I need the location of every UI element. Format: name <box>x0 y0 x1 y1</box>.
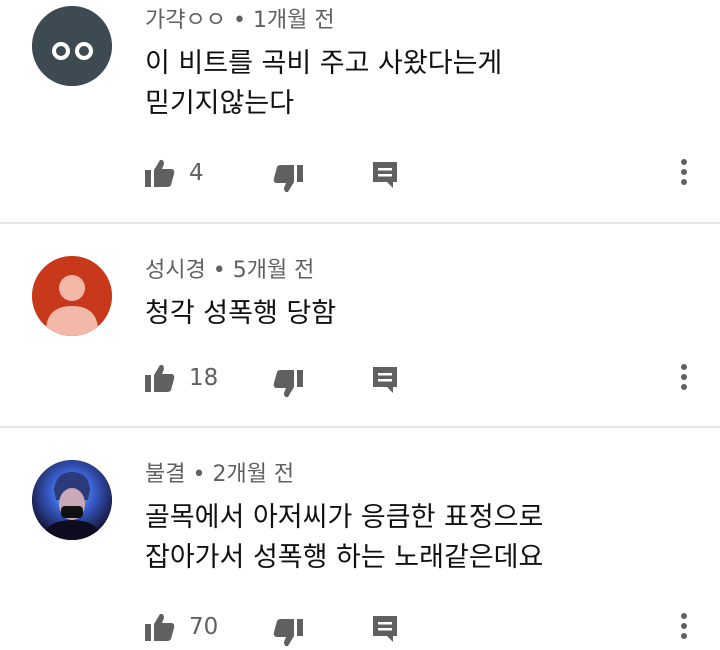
comment-time[interactable]: 2개월 전 <box>212 462 294 487</box>
more-vertical-icon[interactable] <box>676 156 692 188</box>
comment-text: 골목에서 아저씨가 응큼한 표정으로 잡아가서 성폭행 하는 노래같은데요 <box>145 498 685 578</box>
like-count: 18 <box>189 365 219 391</box>
avatar[interactable] <box>32 256 112 336</box>
thumbs-up-icon[interactable] <box>144 612 176 642</box>
meta-separator: • <box>185 462 213 487</box>
comment-time[interactable]: 1개월 전 <box>253 8 335 33</box>
thumbs-down-icon[interactable] <box>272 369 304 399</box>
thumbs-down-icon[interactable] <box>272 618 304 648</box>
comment-text: 이 비트를 곡비 주고 사왔다는게 믿기지않는다 <box>145 44 685 124</box>
comment-text-line: 이 비트를 곡비 주고 사왔다는게 <box>145 48 503 79</box>
comment-item: 불결 • 2개월 전 골목에서 아저씨가 응큼한 표정으로 잡아가서 성폭행 하… <box>0 428 720 650</box>
thumbs-up-icon[interactable] <box>144 158 176 188</box>
author-name[interactable]: 성시경 <box>145 258 206 283</box>
photo-avatar <box>32 460 112 540</box>
comment-text-line: 믿기지않는다 <box>145 88 295 119</box>
comment-text: 청각 성폭행 당함 <box>145 294 685 334</box>
comment-meta: 불결 • 2개월 전 <box>145 460 294 490</box>
author-name[interactable]: 불결 <box>145 462 185 487</box>
like-count: 4 <box>189 160 204 186</box>
comment-item: 성시경 • 5개월 전 청각 성폭행 당함 18 <box>0 224 720 426</box>
comment-text-line: 청각 성폭행 당함 <box>145 298 337 329</box>
avatar[interactable] <box>32 460 112 540</box>
comment-actions: 4 <box>0 156 720 196</box>
comment-meta: 성시경 • 5개월 전 <box>145 256 314 286</box>
person-icon <box>32 256 112 336</box>
thumbs-down-icon[interactable] <box>272 164 304 194</box>
comment-actions: 18 <box>0 361 720 401</box>
more-vertical-icon[interactable] <box>676 361 692 393</box>
thumbs-up-icon[interactable] <box>144 363 176 393</box>
reply-icon[interactable] <box>371 614 399 644</box>
author-name[interactable]: 가갹ㅇㅇ <box>145 8 226 33</box>
comment-text-line: 골목에서 아저씨가 응큼한 표정으로 <box>145 502 544 533</box>
eyes-icon <box>32 6 112 86</box>
avatar[interactable] <box>32 6 112 86</box>
comment-actions: 70 <box>0 610 720 650</box>
like-count: 70 <box>189 614 219 640</box>
reply-icon[interactable] <box>371 160 399 190</box>
comment-time[interactable]: 5개월 전 <box>233 258 315 283</box>
meta-separator: • <box>205 258 233 283</box>
meta-separator: • <box>225 8 253 33</box>
reply-icon[interactable] <box>371 365 399 395</box>
comment-meta: 가갹ㅇㅇ • 1개월 전 <box>145 6 335 36</box>
comment-text-line: 잡아가서 성폭행 하는 노래같은데요 <box>145 542 544 573</box>
more-vertical-icon[interactable] <box>676 610 692 642</box>
comment-item: 가갹ㅇㅇ • 1개월 전 이 비트를 곡비 주고 사왔다는게 믿기지않는다 4 <box>0 0 720 222</box>
